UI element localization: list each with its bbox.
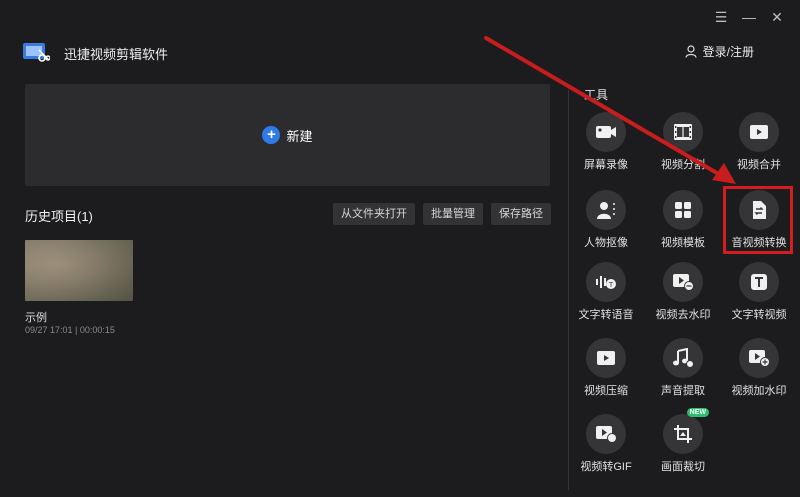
batch-manage-button[interactable]: 批量管理 bbox=[423, 203, 483, 225]
app-title: 迅捷视频剪辑软件 bbox=[64, 47, 169, 62]
plus-icon: + bbox=[262, 126, 281, 144]
menu-icon[interactable]: ☰ bbox=[714, 10, 728, 24]
tool-text-to-speech[interactable]: T 文字转语音 bbox=[571, 262, 641, 322]
audio-extract-icon bbox=[673, 348, 694, 368]
tool-video-compress[interactable]: 视频压缩 bbox=[571, 338, 641, 398]
tool-label: 画面裁切 bbox=[661, 461, 705, 473]
svg-text:T: T bbox=[608, 281, 614, 289]
app-window: ☰ — ✕ 迅捷视频剪辑软件 登录/注册 + 新建 历史项目(1) 从文件夹打开… bbox=[0, 0, 800, 497]
tool-label: 视频去水印 bbox=[655, 309, 711, 321]
tool-video-template[interactable]: 视频模板 bbox=[648, 190, 718, 250]
divider bbox=[568, 90, 569, 490]
remove-watermark-icon bbox=[673, 274, 694, 291]
open-from-folder-button[interactable]: 从文件夹打开 bbox=[333, 203, 415, 225]
save-path-button[interactable]: 保存路径 bbox=[491, 203, 551, 225]
template-grid-icon bbox=[675, 202, 691, 218]
person-cutout-icon bbox=[597, 202, 615, 219]
tool-crop[interactable]: NEW 画面裁切 bbox=[648, 408, 718, 474]
login-button[interactable]: 登录/注册 bbox=[685, 43, 754, 60]
minimize-icon[interactable]: — bbox=[742, 10, 756, 24]
tool-video-split[interactable]: 视频分割 bbox=[648, 112, 718, 172]
film-split-icon bbox=[674, 124, 692, 140]
project-name: 示例 bbox=[25, 312, 47, 324]
history-title: 历史项目(1) bbox=[25, 209, 93, 224]
screen-record-icon bbox=[596, 126, 616, 138]
new-badge: NEW bbox=[686, 408, 709, 417]
video-merge-icon bbox=[750, 125, 768, 139]
login-label: 登录/注册 bbox=[702, 45, 754, 59]
tool-label: 屏幕录像 bbox=[584, 159, 628, 171]
annotation-highlight-box bbox=[723, 186, 793, 254]
tools-title: 工具 bbox=[584, 88, 609, 102]
video-compress-icon bbox=[597, 351, 615, 365]
tool-screen-record[interactable]: 屏幕录像 bbox=[571, 112, 641, 172]
project-thumbnail[interactable] bbox=[25, 240, 133, 301]
tool-label: 视频分割 bbox=[661, 159, 705, 171]
tool-label: 视频模板 bbox=[661, 237, 705, 249]
text-to-speech-icon: T bbox=[596, 276, 616, 289]
video-to-gif-icon bbox=[596, 426, 617, 443]
close-icon[interactable]: ✕ bbox=[770, 10, 784, 24]
tool-person-cutout[interactable]: 人物抠像 bbox=[571, 190, 641, 250]
user-icon bbox=[685, 45, 697, 58]
tool-label: 视频压缩 bbox=[584, 385, 628, 397]
add-watermark-icon bbox=[749, 350, 770, 367]
tool-audio-extract[interactable]: 声音提取 bbox=[648, 338, 718, 398]
tool-text-to-video[interactable]: 文字转视频 bbox=[724, 262, 794, 322]
tool-label: 视频加水印 bbox=[731, 385, 787, 397]
tool-label: 声音提取 bbox=[661, 385, 705, 397]
new-project-button[interactable]: + 新建 bbox=[25, 84, 550, 186]
window-controls: ☰ — ✕ bbox=[714, 10, 784, 24]
tool-video-to-gif[interactable]: 视频转GIF bbox=[571, 414, 641, 474]
app-logo-icon bbox=[23, 43, 50, 62]
tool-label: 文字转视频 bbox=[731, 309, 787, 321]
history-actions: 从文件夹打开 批量管理 保存路径 bbox=[333, 203, 551, 225]
tool-video-merge[interactable]: 视频合并 bbox=[724, 112, 794, 172]
tool-label: 文字转语音 bbox=[578, 309, 634, 321]
tool-label: 视频转GIF bbox=[580, 461, 632, 473]
project-meta: 09/27 17:01 | 00:00:15 bbox=[25, 325, 115, 335]
tool-label: 人物抠像 bbox=[584, 237, 628, 249]
text-to-video-icon bbox=[751, 274, 767, 290]
crop-icon bbox=[674, 425, 692, 443]
tool-label: 视频合并 bbox=[737, 159, 781, 171]
tool-add-watermark[interactable]: 视频加水印 bbox=[724, 338, 794, 398]
new-project-label: 新建 bbox=[286, 128, 313, 144]
tool-remove-watermark[interactable]: 视频去水印 bbox=[648, 262, 718, 322]
